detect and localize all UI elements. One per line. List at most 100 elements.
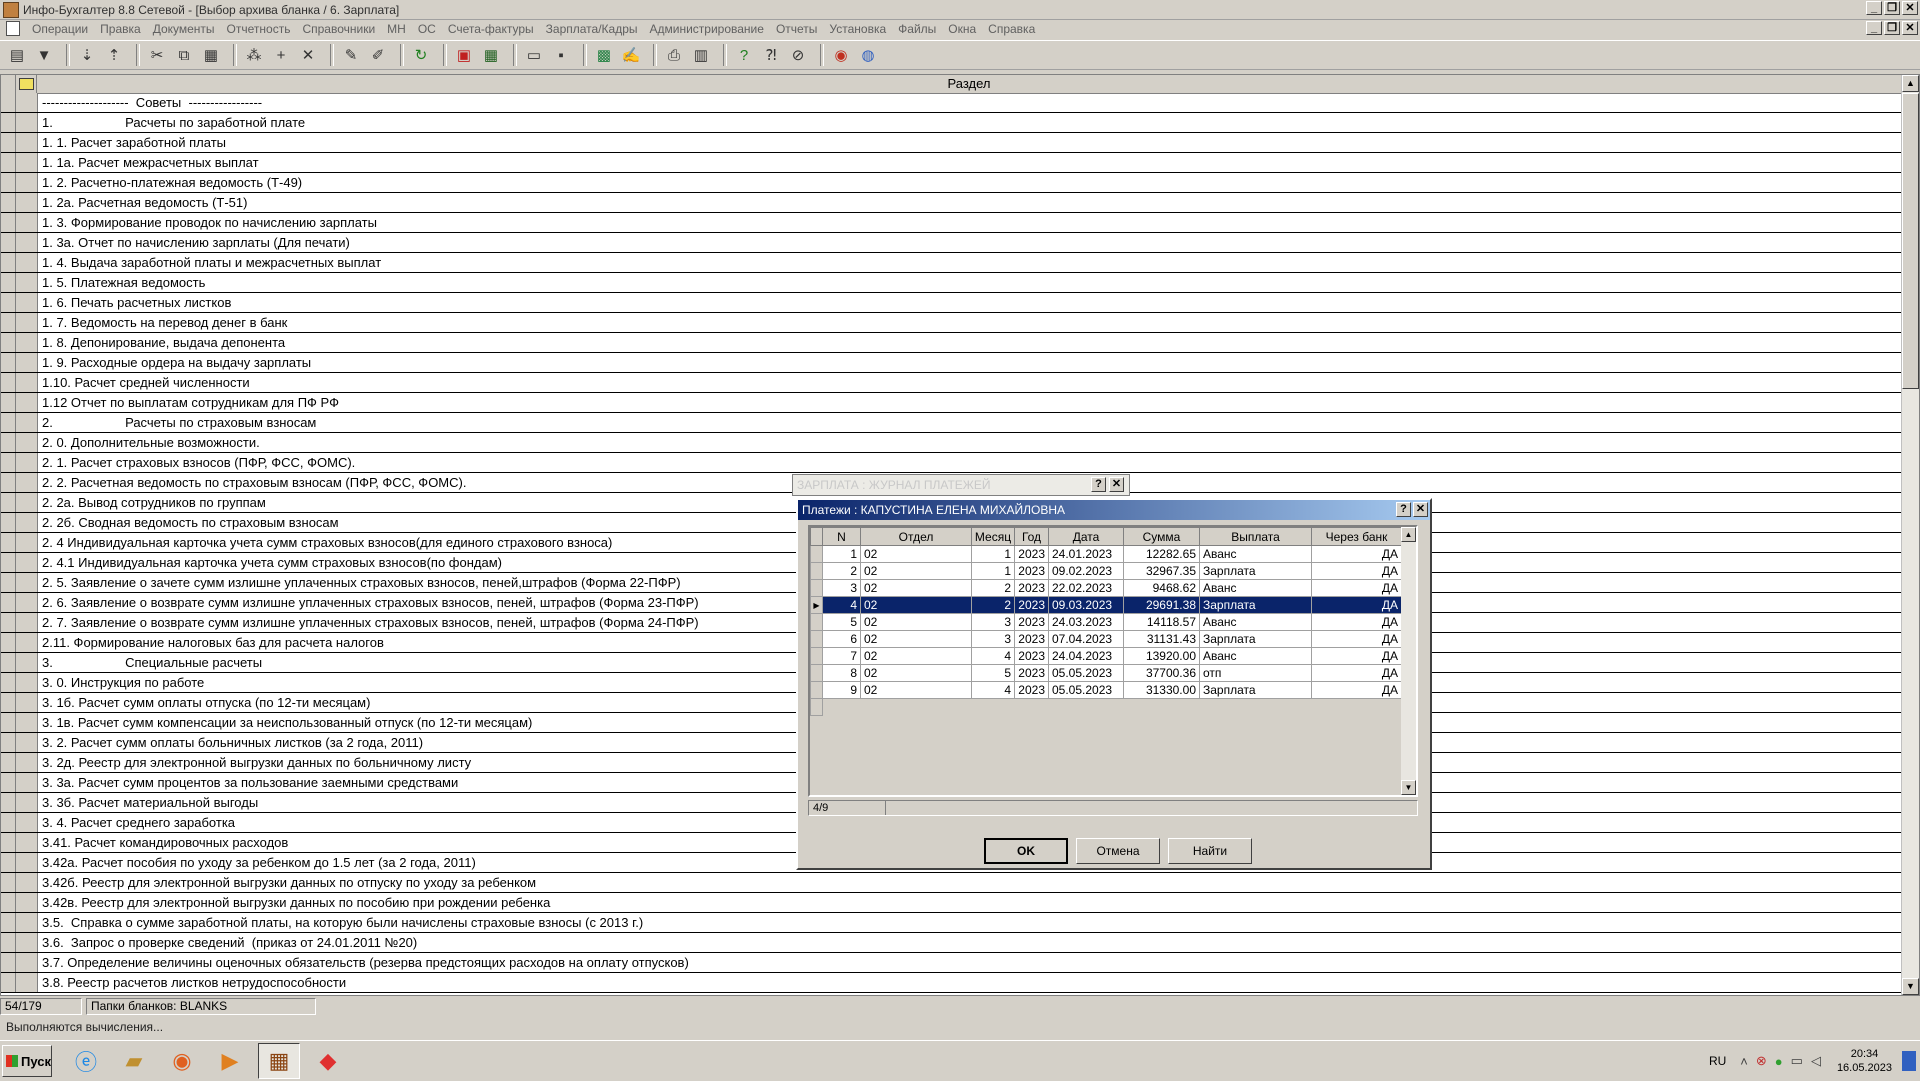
column-date[interactable]: Дата <box>1048 527 1124 546</box>
row-indicator[interactable] <box>1 133 16 152</box>
scroll-up-icon[interactable]: ▲ <box>1401 527 1416 542</box>
row-indicator[interactable] <box>1 733 16 752</box>
section-row[interactable]: 2. 0. Дополнительные возможности. <box>1 433 1901 453</box>
save-icon[interactable]: ▪ <box>550 44 572 66</box>
payments-help-button[interactable]: ? <box>1396 502 1411 517</box>
row-indicator[interactable] <box>1 473 16 492</box>
section-row[interactable]: 1. 1а. Расчет межрасчетных выплат <box>1 153 1901 173</box>
row-marker[interactable] <box>16 933 38 952</box>
row-marker[interactable] <box>16 973 38 992</box>
row-indicator[interactable] <box>1 573 16 592</box>
row-marker[interactable] <box>16 273 38 292</box>
row-marker[interactable] <box>16 233 38 252</box>
mark-icon[interactable]: ✎ <box>340 44 362 66</box>
scroll-thumb[interactable] <box>1902 93 1919 389</box>
row-marker[interactable] <box>16 593 38 612</box>
section-row[interactable]: -------------------- Советы ------------… <box>1 93 1901 113</box>
close-button[interactable]: ✕ <box>1902 1 1918 15</box>
menu-salary[interactable]: Зарплата/Кадры <box>540 22 644 36</box>
unmark-icon[interactable]: ✐ <box>367 44 389 66</box>
section-row[interactable]: 1. 8. Депонирование, выдача депонента <box>1 333 1901 353</box>
section-row[interactable]: 1.12 Отчет по выплатам сотрудникам для П… <box>1 393 1901 413</box>
tray-volume-icon[interactable]: ◁ <box>1811 1053 1821 1069</box>
payment-row[interactable]: 3 02 2 2023 22.02.2023 9468.62 Аванс ДА <box>810 579 1402 597</box>
section-row[interactable]: 1. Расчеты по заработной плате <box>1 113 1901 133</box>
row-marker[interactable] <box>16 833 38 852</box>
row-indicator[interactable] <box>1 613 16 632</box>
row-indicator[interactable] <box>1 153 16 172</box>
row-indicator[interactable] <box>1 793 16 812</box>
row-indicator[interactable] <box>1 713 16 732</box>
firefox-icon[interactable]: ◉ <box>162 1044 202 1078</box>
row-indicator[interactable] <box>1 513 16 532</box>
row-marker[interactable] <box>16 653 38 672</box>
row-indicator[interactable] <box>1 393 16 412</box>
row-indicator[interactable] <box>1 673 16 692</box>
section-row[interactable]: 1. 5. Платежная ведомость <box>1 273 1901 293</box>
row-indicator[interactable] <box>1 973 16 992</box>
folder-icon[interactable] <box>19 78 34 90</box>
open-icon[interactable]: ▭ <box>523 44 545 66</box>
section-row[interactable]: 1. 2а. Расчетная ведомость (Т-51) <box>1 193 1901 213</box>
media-icon[interactable]: ▶ <box>210 1044 250 1078</box>
language-indicator[interactable]: RU <box>1709 1054 1726 1068</box>
row-indicator[interactable] <box>1 113 16 132</box>
row-indicator[interactable] <box>1 493 16 512</box>
word-icon[interactable]: ✍ <box>620 44 642 66</box>
section-row[interactable]: 1. 7. Ведомость на перевод денег в банк <box>1 313 1901 333</box>
column-month[interactable]: Месяц <box>971 527 1015 546</box>
menu-files[interactable]: Файлы <box>892 22 942 36</box>
section-row[interactable]: 3.8. Реестр расчетов листков нетрудоспос… <box>1 973 1901 993</box>
cut-icon[interactable]: ✂ <box>146 44 168 66</box>
journal-close-button[interactable]: ✕ <box>1109 477 1124 492</box>
row-marker[interactable] <box>16 453 38 472</box>
row-marker[interactable] <box>16 133 38 152</box>
row-indicator[interactable] <box>1 553 16 572</box>
copy-icon[interactable]: ⧉ <box>173 44 195 66</box>
row-marker[interactable] <box>16 433 38 452</box>
row-marker[interactable] <box>16 393 38 412</box>
row-indicator[interactable] <box>1 593 16 612</box>
row-indicator[interactable] <box>1 653 16 672</box>
row-marker[interactable] <box>16 753 38 772</box>
row-marker[interactable] <box>16 293 38 312</box>
column-department[interactable]: Отдел <box>860 527 972 546</box>
payments-close-button[interactable]: ✕ <box>1413 502 1428 517</box>
row-marker[interactable] <box>16 253 38 272</box>
payment-row[interactable]: 7 02 4 2023 24.04.2023 13920.00 Аванс ДА <box>810 647 1402 665</box>
row-marker[interactable] <box>16 333 38 352</box>
menu-reporting[interactable]: Отчетность <box>221 22 297 36</box>
payment-row[interactable]: 8 02 5 2023 05.05.2023 37700.36 отп ДА <box>810 664 1402 682</box>
payment-row[interactable]: 1 02 1 2023 24.01.2023 12282.65 Аванс ДА <box>810 545 1402 563</box>
menu-setup[interactable]: Установка <box>823 22 892 36</box>
row-indicator[interactable] <box>1 953 16 972</box>
clock[interactable]: 20:34 16.05.2023 <box>1837 1047 1892 1075</box>
update-icon[interactable]: ◍ <box>857 44 879 66</box>
find-button[interactable]: Найти <box>1168 838 1252 864</box>
child-minimize-button[interactable]: _ <box>1866 21 1882 35</box>
row-indicator[interactable] <box>810 630 823 648</box>
row-indicator[interactable] <box>810 613 823 631</box>
row-indicator[interactable]: ▶ <box>810 596 823 614</box>
menu-windows[interactable]: Окна <box>942 22 982 36</box>
row-marker[interactable] <box>16 793 38 812</box>
row-indicator[interactable] <box>810 647 823 665</box>
vertical-scrollbar[interactable]: ▲ ▼ <box>1901 75 1919 995</box>
row-marker[interactable] <box>16 953 38 972</box>
menu-directories[interactable]: Справочники <box>296 22 381 36</box>
row-indicator[interactable] <box>1 633 16 652</box>
row-indicator[interactable] <box>1 293 16 312</box>
menu-operations[interactable]: Операции <box>26 22 94 36</box>
row-marker[interactable] <box>16 473 38 492</box>
row-marker[interactable] <box>16 713 38 732</box>
row-marker[interactable] <box>16 913 38 932</box>
row-marker[interactable] <box>16 573 38 592</box>
column-payout[interactable]: Выплата <box>1199 527 1312 546</box>
column-amount[interactable]: Сумма <box>1123 527 1200 546</box>
payment-row[interactable]: 2 02 1 2023 09.02.2023 32967.35 Зарплата ДА <box>810 562 1402 580</box>
row-marker[interactable] <box>16 113 38 132</box>
menu-documents[interactable]: Документы <box>147 22 221 36</box>
row-indicator[interactable] <box>1 313 16 332</box>
form-icon[interactable]: ▤ <box>6 44 28 66</box>
payment-row[interactable]: 5 02 3 2023 24.03.2023 14118.57 Аванс ДА <box>810 613 1402 631</box>
